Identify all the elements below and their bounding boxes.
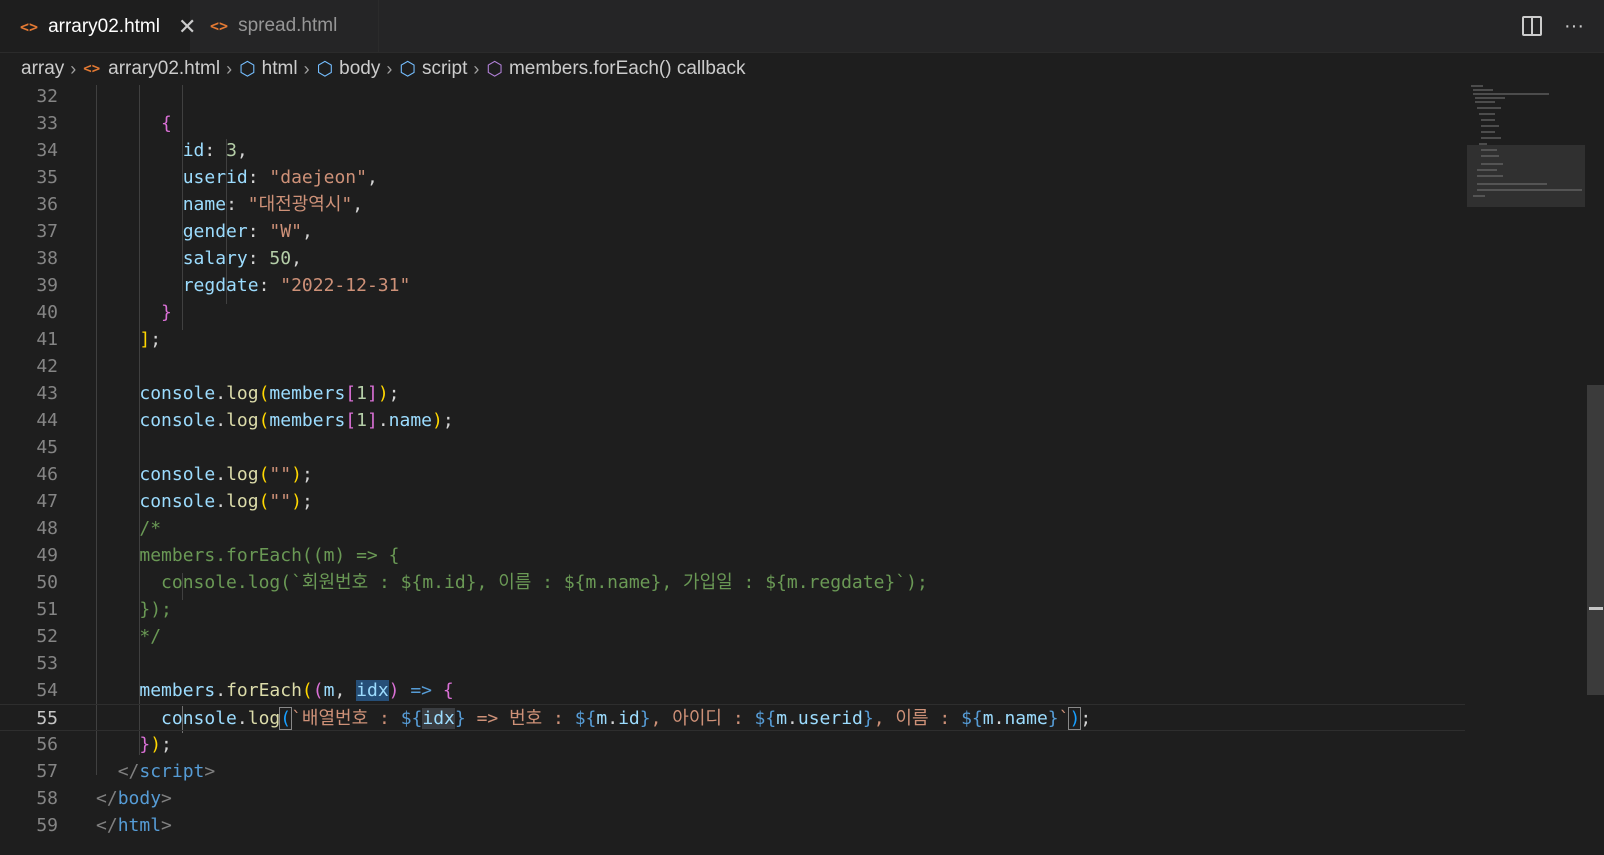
line-number: 43 bbox=[36, 383, 58, 404]
line-number: 49 bbox=[36, 545, 58, 566]
line-number: 46 bbox=[36, 464, 58, 485]
line-number: 57 bbox=[36, 761, 58, 782]
scrollbar-thumb[interactable] bbox=[1587, 385, 1604, 695]
line-number: 51 bbox=[36, 599, 58, 620]
code-line: 56 }); bbox=[0, 731, 1465, 758]
minimap-line bbox=[1475, 101, 1495, 103]
code-icon: <> bbox=[210, 17, 229, 35]
line-number: 32 bbox=[36, 86, 58, 107]
line-number: 47 bbox=[36, 491, 58, 512]
line-number: 56 bbox=[36, 734, 58, 755]
split-editor-icon[interactable] bbox=[1522, 16, 1543, 36]
breadcrumb: array › <> arrary02.html › ⬡ html › ⬡ bo… bbox=[0, 53, 1604, 85]
code-line: 41 ]; bbox=[0, 326, 1465, 353]
cube-icon: ⬡ bbox=[316, 58, 334, 80]
minimap-line bbox=[1475, 97, 1505, 99]
minimap-line bbox=[1481, 131, 1495, 133]
cube-icon: ⬡ bbox=[239, 58, 256, 80]
code-line: 44 console.log(members[1].name); bbox=[0, 407, 1465, 434]
breadcrumb-script[interactable]: script bbox=[422, 58, 467, 80]
breadcrumb-file[interactable]: arrary02.html bbox=[108, 58, 220, 80]
line-number: 53 bbox=[36, 653, 58, 674]
chevron-right-icon: › bbox=[386, 58, 393, 79]
minimap-line bbox=[1473, 89, 1493, 91]
line-number: 41 bbox=[36, 329, 58, 350]
minimap-line bbox=[1471, 85, 1483, 87]
minimap-line bbox=[1477, 107, 1501, 109]
method-cube-icon: ⬡ bbox=[486, 58, 503, 80]
code-line: 47 console.log(""); bbox=[0, 488, 1465, 515]
more-actions-icon[interactable]: ··· bbox=[1564, 15, 1584, 38]
code-line: 58 </body> bbox=[0, 785, 1465, 812]
breadcrumb-body[interactable]: body bbox=[339, 58, 380, 80]
minimap-line bbox=[1481, 125, 1499, 127]
line-number: 34 bbox=[36, 140, 58, 161]
minimap-line bbox=[1479, 113, 1495, 115]
line-number: 48 bbox=[36, 518, 58, 539]
code-line: 38 salary: 50, bbox=[0, 245, 1465, 272]
code-line: 46 console.log(""); bbox=[0, 461, 1465, 488]
line-number: 36 bbox=[36, 194, 58, 215]
code-editor[interactable]: 32 33 { 34 id: 3, 35 userid: "daejeon", … bbox=[0, 85, 1604, 855]
code-line: 35 userid: "daejeon", bbox=[0, 164, 1465, 191]
line-number: 38 bbox=[36, 248, 58, 269]
line-number: 50 bbox=[36, 572, 58, 593]
code-line: 37 gender: "W", bbox=[0, 218, 1465, 245]
code-line: 49 members.forEach((m) => { bbox=[0, 542, 1465, 569]
line-number: 35 bbox=[36, 167, 58, 188]
code-line: 32 bbox=[0, 83, 1465, 110]
code-line: 45 bbox=[0, 434, 1465, 461]
code-line: 39 regdate: "2022-12-31" bbox=[0, 272, 1465, 299]
line-number: 44 bbox=[36, 410, 58, 431]
code-line: 57 </script> bbox=[0, 758, 1465, 785]
chevron-right-icon: › bbox=[226, 58, 233, 79]
minimap-slider[interactable] bbox=[1467, 145, 1585, 207]
code-icon: <> bbox=[83, 61, 101, 77]
minimap-line bbox=[1481, 119, 1495, 121]
tab-arrary02[interactable]: <> arrary02.html ✕ bbox=[0, 0, 196, 52]
tab-label: arrary02.html bbox=[48, 16, 160, 37]
chevron-right-icon: › bbox=[70, 58, 77, 79]
code-line: 36 name: "대전광역시", bbox=[0, 191, 1465, 218]
line-number: 37 bbox=[36, 221, 58, 242]
code-line: 40 } bbox=[0, 299, 1465, 326]
cube-icon: ⬡ bbox=[399, 58, 416, 80]
chevron-right-icon: › bbox=[303, 58, 310, 79]
tab-divider bbox=[378, 0, 379, 52]
editor-actions: ··· bbox=[1522, 0, 1584, 52]
tab-spread[interactable]: <> spread.html bbox=[190, 0, 378, 52]
code-line: 51 }); bbox=[0, 596, 1465, 623]
code-line: 48 /* bbox=[0, 515, 1465, 542]
tab-label: spread.html bbox=[238, 15, 338, 36]
line-number: 52 bbox=[36, 626, 58, 647]
code-icon: <> bbox=[20, 18, 39, 36]
code-line: 43 console.log(members[1]); bbox=[0, 380, 1465, 407]
code-line: 42 bbox=[0, 353, 1465, 380]
code-line: 53 bbox=[0, 650, 1465, 677]
breadcrumb-folder[interactable]: array bbox=[21, 58, 64, 80]
line-number: 59 bbox=[36, 815, 58, 836]
line-number: 40 bbox=[36, 302, 58, 323]
tab-bar: <> arrary02.html ✕ <> spread.html ··· bbox=[0, 0, 1604, 53]
cursor-position-marker bbox=[1589, 607, 1603, 610]
line-number: 33 bbox=[36, 113, 58, 134]
breadcrumb-symbol[interactable]: members.forEach() callback bbox=[509, 58, 746, 80]
line-number: 58 bbox=[36, 788, 58, 809]
code-line: 50 console.log(`회원번호 : ${m.id}, 이름 : ${m… bbox=[0, 569, 1465, 596]
code-line: 52 */ bbox=[0, 623, 1465, 650]
code-line: 54 members.forEach((m, idx) => { bbox=[0, 677, 1465, 704]
breadcrumb-html[interactable]: html bbox=[262, 58, 298, 80]
minimap-line bbox=[1473, 93, 1549, 95]
line-number: 55 bbox=[36, 708, 58, 729]
minimap-line bbox=[1481, 137, 1501, 139]
code-line: 59 </html> bbox=[0, 812, 1465, 839]
code-line: 33 { bbox=[0, 110, 1465, 137]
code-line: 34 id: 3, bbox=[0, 137, 1465, 164]
chevron-right-icon: › bbox=[473, 58, 480, 79]
code-line-current: 55 console.log(`배열번호 : ${idx} => 번호 : ${… bbox=[0, 704, 1465, 731]
line-number: 42 bbox=[36, 356, 58, 377]
line-number: 39 bbox=[36, 275, 58, 296]
line-number: 54 bbox=[36, 680, 58, 701]
line-number: 45 bbox=[36, 437, 58, 458]
